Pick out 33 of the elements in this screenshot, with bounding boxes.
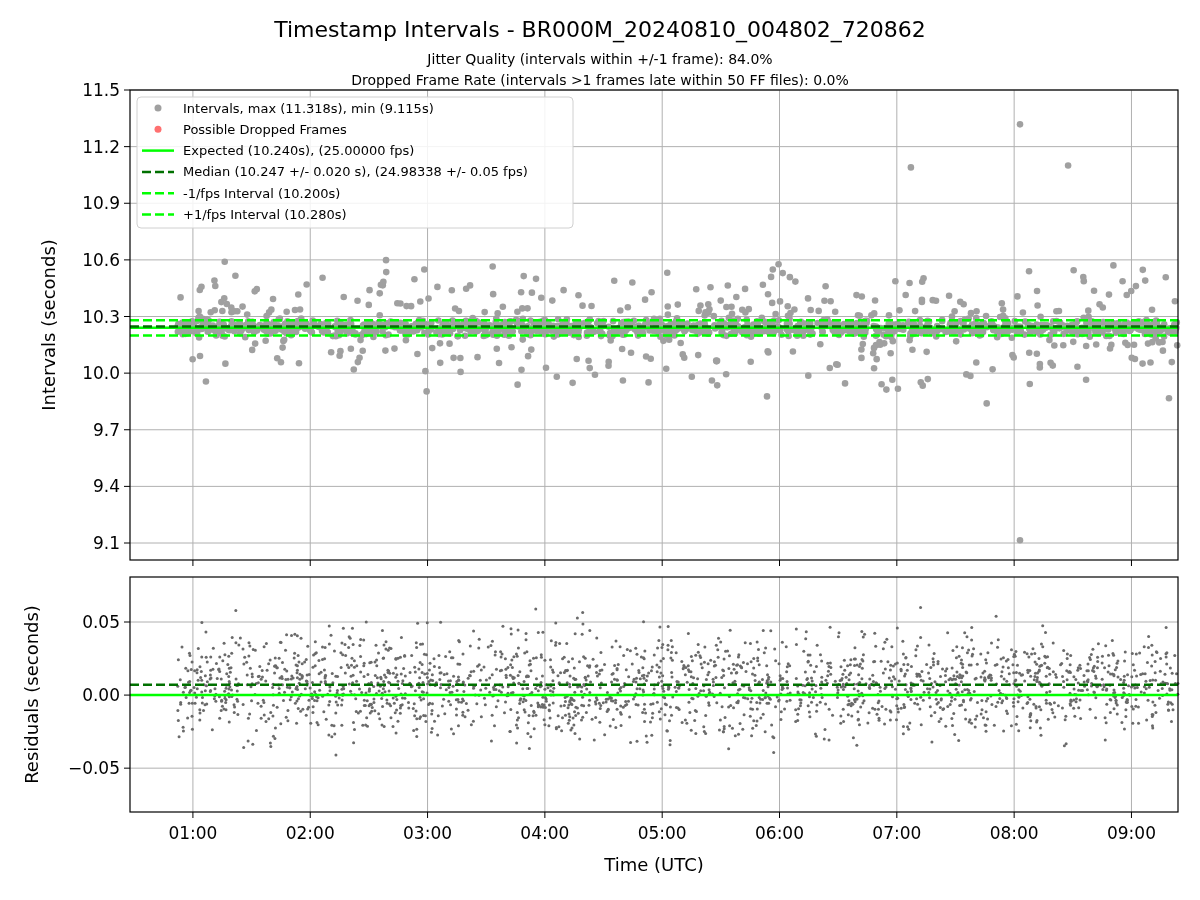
legend-label: Expected (10.240s), (25.00000 fps) (183, 143, 415, 159)
y-tick-label: 9.7 (92, 419, 120, 440)
y-tick-label: −0.05 (67, 758, 120, 779)
x-tick-label: 02:00 (285, 823, 335, 843)
y-axis-label: Residuals (seconds) (21, 605, 42, 784)
y-tick-label: 11.5 (82, 80, 120, 100)
y-tick-label: 10.6 (82, 249, 120, 270)
y-tick-label: 10.3 (82, 306, 120, 327)
legend-label: Median (10.247 +/- 0.020 s), (24.98338 +/- 0.05 fps) (183, 164, 528, 180)
x-tick-label: 06:00 (755, 823, 804, 843)
y-tick-label: 11.2 (82, 136, 120, 157)
y-tick-label: 9.4 (92, 476, 120, 497)
y-tick-label: 9.1 (92, 533, 120, 553)
x-tick-label: 08:00 (989, 823, 1039, 843)
y-tick-label: 10.0 (82, 363, 120, 384)
figure-title: Timestamp Intervals - BR000M_20240810_004802_720862 (274, 17, 926, 42)
x-tick-label: 07:00 (872, 823, 922, 843)
x-tick-label: 04:00 (520, 823, 570, 843)
y-tick-label: 0.05 (82, 612, 120, 632)
x-tick-label: 05:00 (637, 823, 687, 843)
x-axis-label: Time (UTC) (604, 854, 704, 875)
legend-label: Possible Dropped Frames (183, 121, 347, 137)
x-tick-label: 09:00 (1106, 823, 1156, 843)
figure-subtitle: Jitter Quality (intervals within +/-1 frame): 84.0% (427, 51, 773, 67)
y-tick-label: 10.9 (82, 193, 120, 214)
y-tick-label: 0.00 (82, 685, 120, 706)
legend-label: -1/fps Interval (10.200s) (183, 185, 341, 201)
x-tick-label: 03:00 (403, 823, 453, 843)
x-tick-label: 01:00 (168, 823, 218, 843)
figure-subtitle: Dropped Frame Rate (intervals >1 frames late within 50 FF files): 0.0% (351, 72, 849, 88)
y-axis-label: Intervals (seconds) (38, 239, 59, 411)
legend-label: +1/fps Interval (10.280s) (183, 207, 347, 222)
legend-label: Intervals, max (11.318s), min (9.115s) (183, 100, 434, 116)
